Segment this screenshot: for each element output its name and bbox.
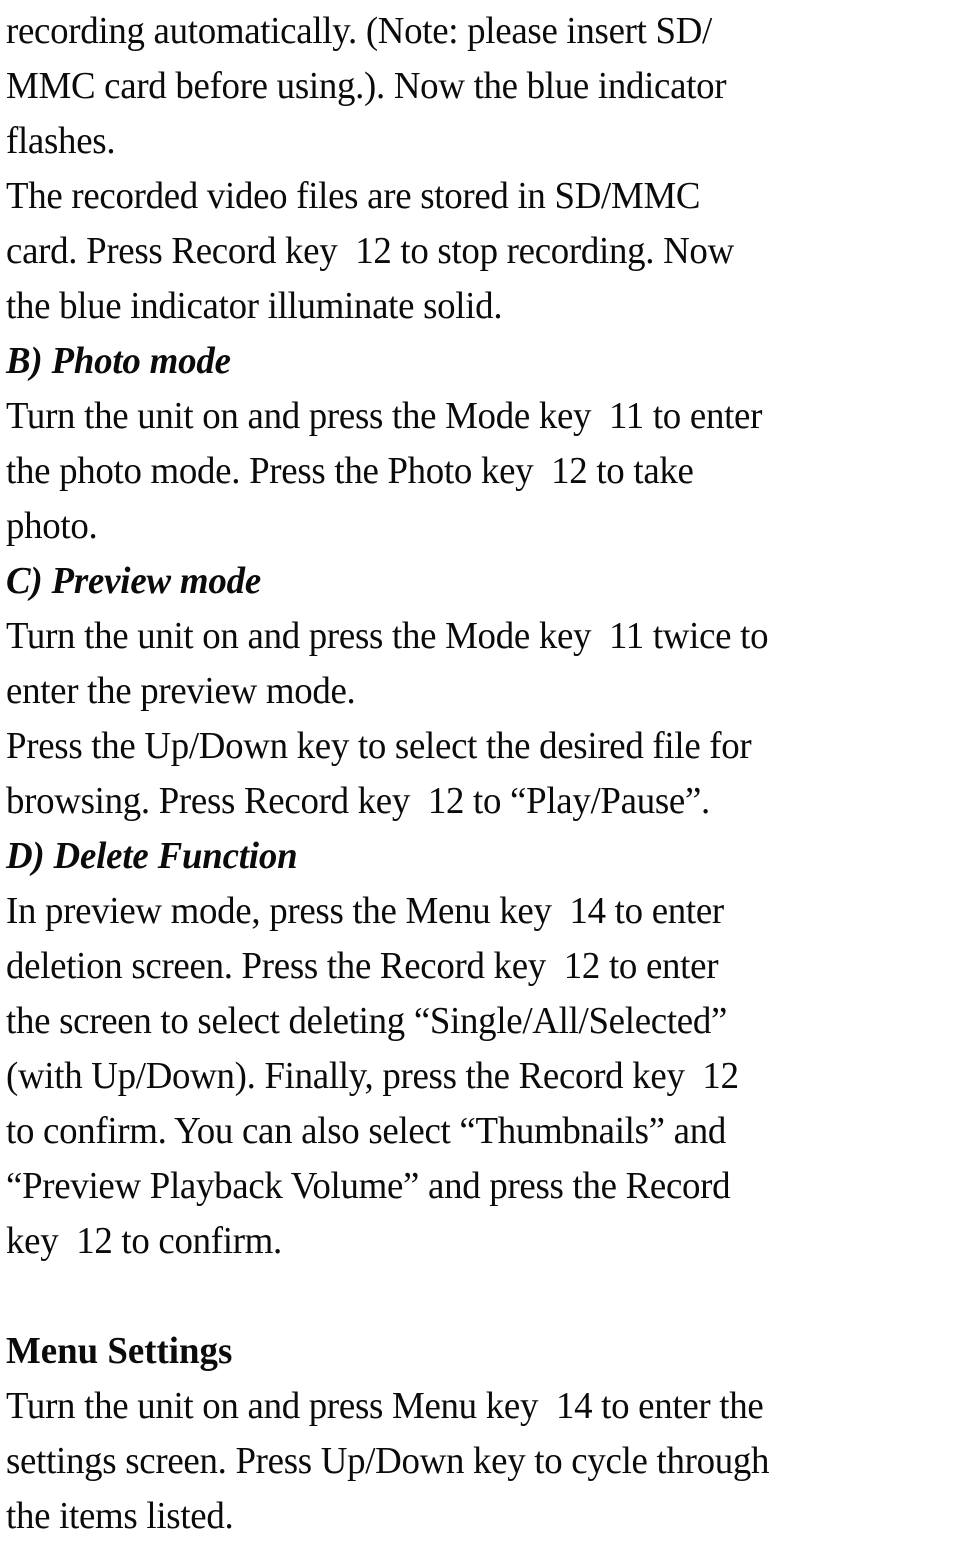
text-line: deletion screen. Press the Record key 12… — [6, 945, 719, 987]
text-line: photo. — [6, 505, 98, 547]
text-line: MMC card before using.). Now the blue in… — [6, 65, 727, 107]
text-line: Turn the unit on and press Menu key 14 t… — [6, 1385, 764, 1427]
section-heading: Menu Settings — [6, 1330, 233, 1372]
text-line: the screen to select deleting “Single/Al… — [6, 1000, 728, 1042]
text-line: the items listed. — [6, 1495, 234, 1537]
text-line: The recorded video files are stored in S… — [6, 175, 701, 217]
document-page: recording automatically. (Note: please i… — [0, 0, 960, 1537]
text-line: recording automatically. (Note: please i… — [6, 10, 712, 52]
text-line: Turn the unit on and press the Mode key … — [6, 615, 769, 657]
section-heading: C) Preview mode — [6, 560, 262, 602]
text-line: the blue indicator illuminate solid. — [6, 285, 503, 327]
text-line: Press the Up/Down key to select the desi… — [6, 725, 752, 767]
section-heading: B) Photo mode — [6, 340, 231, 382]
text-line: flashes. — [6, 120, 116, 162]
text-line: In preview mode, press the Menu key 14 t… — [6, 890, 724, 932]
text-line: enter the preview mode. — [6, 670, 356, 712]
section-heading: D) Delete Function — [6, 835, 298, 877]
text-line: Turn the unit on and press the Mode key … — [6, 395, 763, 437]
document-text-body: recording automatically. (Note: please i… — [6, 4, 958, 1544]
text-line: (with Up/Down). Finally, press the Recor… — [6, 1055, 739, 1097]
text-line: key 12 to confirm. — [6, 1220, 282, 1262]
text-line: to confirm. You can also select “Thumbna… — [6, 1110, 726, 1152]
text-line: “Preview Playback Volume” and press the … — [6, 1165, 731, 1207]
text-line: settings screen. Press Up/Down key to cy… — [6, 1440, 770, 1482]
text-line: card. Press Record key 12 to stop record… — [6, 230, 734, 272]
text-line: browsing. Press Record key 12 to “Play/P… — [6, 780, 710, 822]
text-line: the photo mode. Press the Photo key 12 t… — [6, 450, 694, 492]
